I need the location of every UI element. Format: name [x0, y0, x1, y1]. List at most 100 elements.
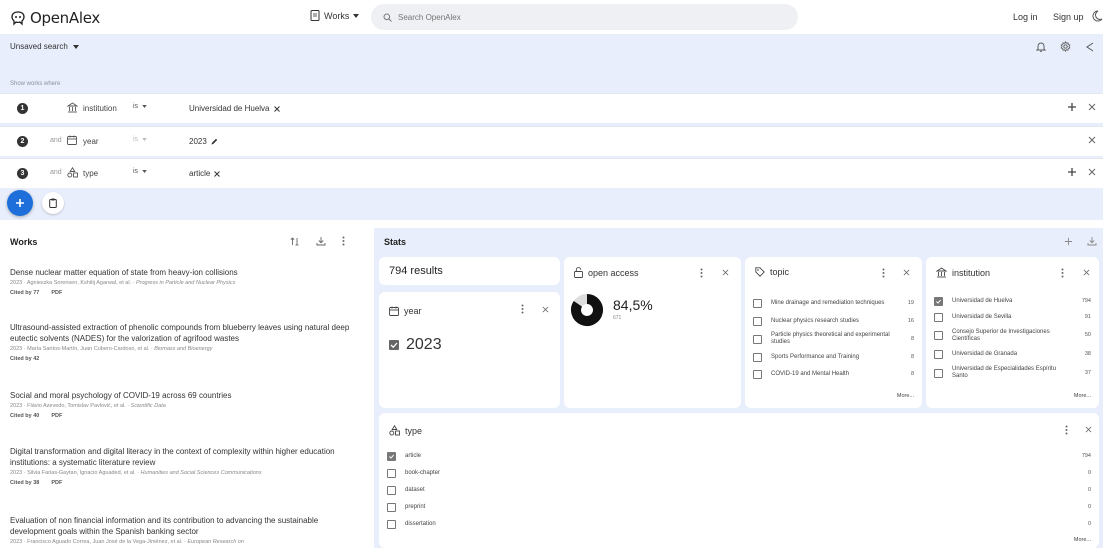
type-row[interactable]: dataset 0 [387, 482, 1091, 499]
caret-down-icon [142, 170, 147, 173]
close-icon[interactable] [1085, 426, 1092, 433]
more-vert-icon[interactable] [700, 268, 703, 278]
more-vert-icon[interactable] [521, 304, 524, 314]
filter-operator-dropdown[interactable]: is [133, 136, 147, 143]
unsaved-search-dropdown[interactable]: Unsaved search [10, 42, 79, 51]
topic-row[interactable]: Particle physics theoretical and experim… [753, 329, 914, 349]
pdf-link[interactable]: PDF [51, 290, 62, 296]
close-icon[interactable] [1088, 168, 1096, 176]
theme-toggle-icon[interactable] [1092, 10, 1103, 22]
login-link[interactable]: Log in [1013, 12, 1038, 22]
topic-row[interactable]: Nuclear physics research studies 16 [753, 313, 914, 329]
close-icon[interactable] [1088, 103, 1096, 111]
filter-row: 1 institution is Universidad de Huelva [0, 93, 1103, 123]
checkbox[interactable] [387, 486, 396, 495]
checkbox[interactable] [753, 334, 762, 344]
checkbox[interactable] [387, 520, 396, 529]
close-icon[interactable] [1083, 269, 1090, 276]
close-icon[interactable] [542, 306, 549, 313]
download-icon[interactable] [316, 236, 326, 246]
checkbox-checked[interactable] [387, 451, 396, 461]
checkbox[interactable] [387, 469, 396, 478]
checkbox[interactable] [387, 503, 396, 512]
topic-row[interactable]: Sports Performance and Training 8 [753, 349, 914, 366]
cited-by-link[interactable]: Cited by 42 [10, 356, 39, 362]
plus-icon[interactable] [1067, 102, 1077, 112]
clipboard-button[interactable] [42, 192, 64, 214]
remove-value-icon[interactable] [214, 170, 221, 177]
work-item[interactable]: Evaluation of non financial information … [10, 515, 356, 545]
institution-icon [936, 267, 947, 278]
institution-row[interactable]: Universidad de Granada 38 [934, 346, 1091, 362]
checkbox[interactable] [934, 312, 943, 322]
more-link[interactable]: More... [1074, 537, 1091, 543]
checkbox[interactable] [934, 349, 943, 359]
bell-icon[interactable] [1036, 41, 1046, 52]
work-title[interactable]: Social and moral psychology of COVID-19 … [10, 390, 356, 401]
filter-operator-dropdown[interactable]: is [133, 103, 147, 110]
work-item[interactable]: Dense nuclear matter equation of state f… [10, 267, 356, 296]
topic-row[interactable]: COVID-19 and Mental Health 8 [753, 366, 914, 383]
institution-row[interactable]: Universidad de Especialidades Espíritu S… [934, 362, 1091, 384]
work-meta: 2023 · Francisco Aguado Correa, Juan Jos… [10, 539, 356, 545]
checkbox[interactable] [934, 331, 943, 340]
filter-number: 3 [17, 168, 28, 179]
plus-icon[interactable] [1067, 167, 1077, 177]
institution-row[interactable]: Universidad de Huelva 794 [934, 294, 1091, 309]
checkbox[interactable] [753, 299, 762, 308]
work-title[interactable]: Digital transformation and digital liter… [10, 446, 356, 468]
pdf-link[interactable]: PDF [51, 480, 62, 486]
type-row[interactable]: preprint 0 [387, 499, 1091, 516]
type-row[interactable]: dissertation 0 [387, 516, 1091, 533]
checkbox-checked-icon[interactable] [389, 340, 399, 350]
topic-count: 19 [907, 300, 914, 306]
checkbox-checked[interactable] [934, 297, 943, 306]
filter-operator-label: is [133, 136, 139, 143]
pencil-icon[interactable] [211, 138, 218, 145]
work-title[interactable]: Dense nuclear matter equation of state f… [10, 267, 356, 278]
search-input[interactable] [398, 12, 778, 22]
cited-by-link[interactable]: Cited by 40 [10, 413, 39, 419]
add-filter-button[interactable] [7, 190, 33, 216]
work-authors: 2023 · Flávio Azevedo, Tomislav Pavlović… [10, 403, 131, 409]
institution-row[interactable]: Universidad de Sevilla 91 [934, 309, 1091, 325]
search-bar[interactable] [371, 4, 798, 30]
more-link[interactable]: More... [1074, 393, 1091, 399]
work-item[interactable]: Social and moral psychology of COVID-19 … [10, 390, 356, 419]
works-dropdown[interactable]: Works [310, 10, 360, 21]
topic-row[interactable]: Mine drainage and remediation techniques… [753, 294, 914, 313]
institution-row[interactable]: Consejo Superior de Investigaciones Cien… [934, 325, 1091, 346]
checkbox[interactable] [753, 370, 762, 379]
work-title[interactable]: Evaluation of non financial information … [10, 515, 356, 537]
work-item[interactable]: Ultrasound-assisted extraction of phenol… [10, 322, 356, 362]
more-vert-icon[interactable] [342, 236, 345, 246]
gear-icon[interactable] [1060, 41, 1071, 52]
more-link[interactable]: More... [897, 393, 914, 399]
checkbox[interactable] [753, 353, 762, 362]
work-title[interactable]: Ultrasound-assisted extraction of phenol… [10, 322, 356, 344]
checkbox[interactable] [753, 316, 762, 326]
download-icon[interactable] [1087, 236, 1097, 246]
remove-value-icon[interactable] [273, 105, 280, 112]
signup-link[interactable]: Sign up [1053, 12, 1084, 22]
works-dropdown-label: Works [324, 10, 350, 21]
pdf-link[interactable]: PDF [51, 413, 62, 419]
type-row[interactable]: article 794 [387, 447, 1091, 465]
plus-icon[interactable] [1064, 236, 1073, 246]
close-icon[interactable] [1088, 136, 1096, 144]
more-vert-icon[interactable] [882, 268, 885, 278]
type-row[interactable]: book-chapter 0 [387, 465, 1091, 482]
logo[interactable]: OpenAlex [10, 9, 100, 27]
cited-by-link[interactable]: Cited by 38 [10, 480, 39, 486]
cited-by-link[interactable]: Cited by 77 [10, 290, 39, 296]
checkbox[interactable] [934, 368, 943, 378]
close-icon[interactable] [722, 269, 729, 276]
close-icon[interactable] [903, 269, 910, 276]
work-item[interactable]: Digital transformation and digital liter… [10, 446, 356, 486]
work-journal: Humanities and Social Sciences Communica… [140, 470, 262, 476]
sort-icon[interactable] [290, 236, 300, 246]
share-icon[interactable] [1085, 42, 1095, 52]
filter-operator-dropdown[interactable]: is [133, 168, 147, 175]
more-vert-icon[interactable] [1065, 425, 1068, 435]
more-vert-icon[interactable] [1061, 268, 1064, 278]
